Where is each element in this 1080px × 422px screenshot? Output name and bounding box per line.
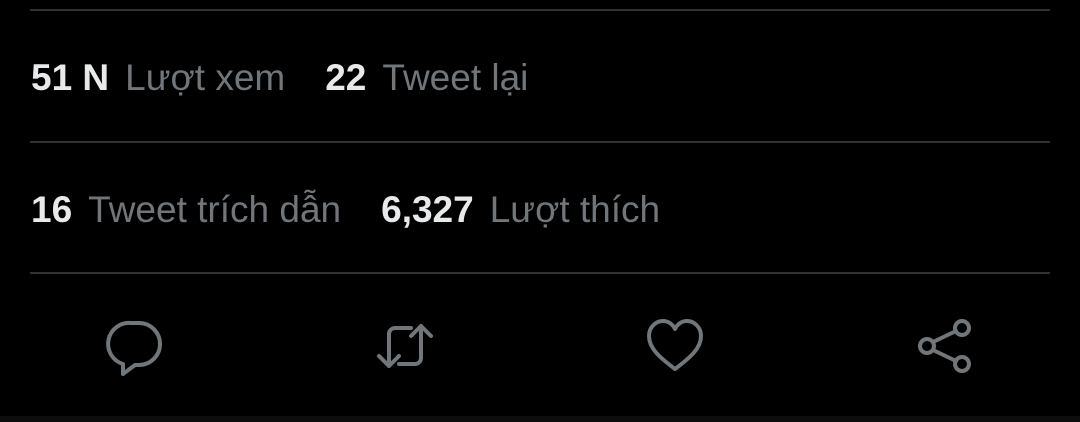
middle-divider [30, 141, 1050, 143]
like-button[interactable] [645, 316, 705, 376]
retweets-stat[interactable]: 22 Tweet lại [325, 48, 528, 108]
reply-icon [106, 320, 162, 376]
bottom-divider [30, 272, 1050, 274]
retweets-count: 22 [325, 57, 367, 98]
views-label: Lượt xem [125, 57, 286, 98]
retweet-button[interactable] [375, 316, 435, 376]
retweet-icon [377, 324, 433, 368]
heart-icon [647, 319, 703, 371]
reply-button[interactable] [105, 316, 165, 376]
quote-tweets-stat[interactable]: 16 Tweet trích dẫn [31, 180, 341, 240]
quote-tweets-count: 16 [31, 189, 73, 230]
likes-label: Lượt thích [489, 189, 661, 230]
views-count: 51 N [31, 57, 110, 98]
views-stat[interactable]: 51 N Lượt xem [31, 48, 285, 108]
share-icon [918, 319, 971, 373]
bottom-edge [0, 416, 1080, 422]
quotes-likes-row: 16 Tweet trích dẫn 6,327 Lượt thích [31, 180, 660, 240]
share-button[interactable] [915, 316, 975, 376]
likes-stat[interactable]: 6,327 Lượt thích [381, 180, 660, 240]
top-divider [30, 9, 1050, 11]
views-retweets-row: 51 N Lượt xem 22 Tweet lại [31, 48, 528, 108]
retweets-label: Tweet lại [382, 57, 529, 98]
likes-count: 6,327 [381, 189, 474, 230]
quote-tweets-label: Tweet trích dẫn [88, 189, 342, 230]
